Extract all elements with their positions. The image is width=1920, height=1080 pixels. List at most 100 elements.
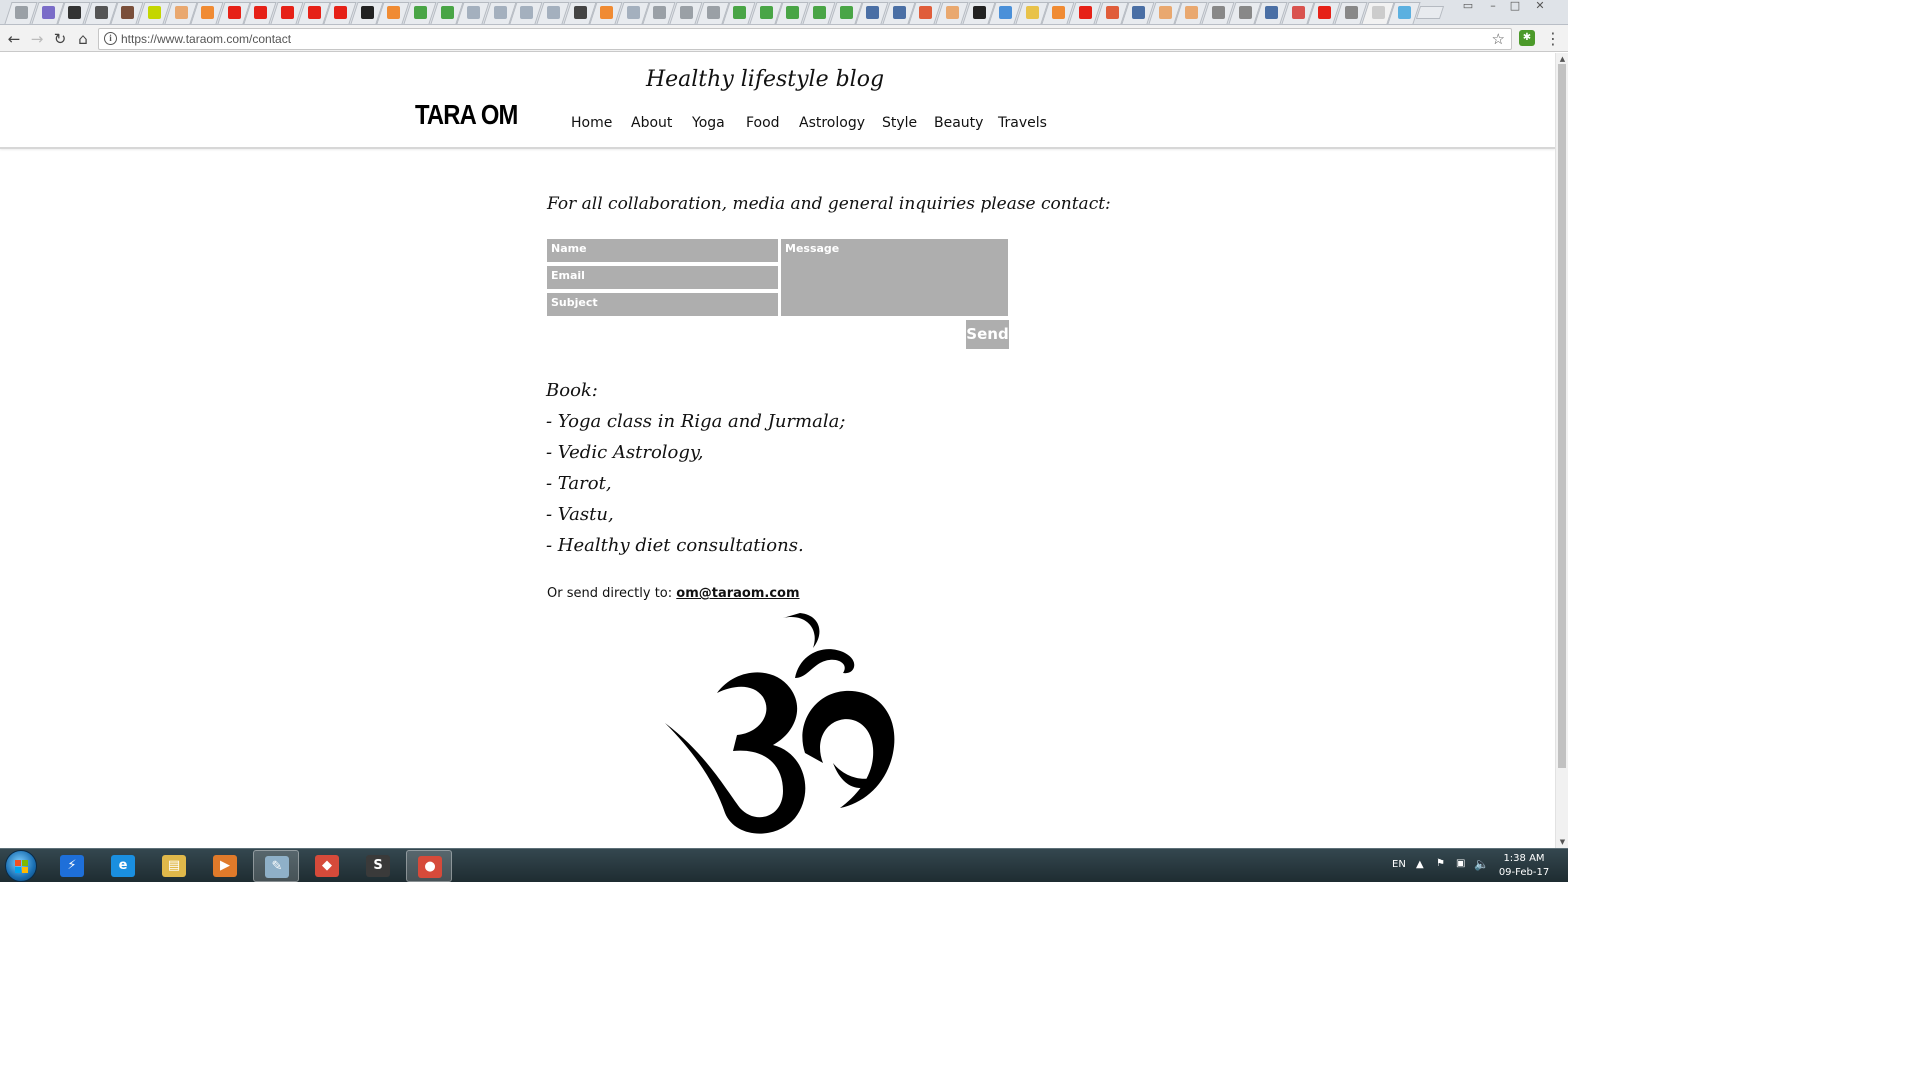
taskbar-button[interactable]: S <box>355 850 401 882</box>
browser-tab[interactable] <box>1148 2 1182 24</box>
browser-tab[interactable] <box>1041 2 1075 24</box>
browser-tab[interactable] <box>57 2 91 24</box>
browser-tab[interactable] <box>376 2 410 24</box>
browser-tab[interactable] <box>1254 2 1288 24</box>
browser-tab[interactable] <box>323 2 357 24</box>
browser-tab[interactable] <box>589 2 623 24</box>
taskbar-button[interactable]: ✎ <box>253 850 299 882</box>
scroll-up-icon[interactable]: ▲ <box>1558 54 1567 64</box>
browser-tab[interactable] <box>483 2 517 24</box>
browser-tab[interactable] <box>456 2 490 24</box>
info-icon[interactable]: i <box>104 32 117 45</box>
browser-tab[interactable] <box>536 2 570 24</box>
nav-item-astrology[interactable]: Astrology <box>799 115 865 131</box>
scrollbar-thumb[interactable] <box>1558 64 1566 768</box>
nav-item-home[interactable]: Home <box>571 115 612 131</box>
browser-tab[interactable] <box>1121 2 1155 24</box>
nav-item-style[interactable]: Style <box>882 115 917 131</box>
maximize-icon[interactable]: □ <box>1505 0 1525 14</box>
browser-tab[interactable] <box>988 2 1022 24</box>
browser-tab[interactable] <box>430 2 464 24</box>
browser-tab[interactable] <box>722 2 756 24</box>
network-icon[interactable]: ▣ <box>1456 858 1465 869</box>
browser-tab[interactable] <box>190 2 224 24</box>
browser-tab[interactable] <box>1015 2 1049 24</box>
browser-tab[interactable] <box>4 2 38 24</box>
browser-tab[interactable] <box>110 2 144 24</box>
browser-tab[interactable] <box>616 2 650 24</box>
message-field[interactable]: Message <box>781 239 1008 316</box>
browser-tab[interactable] <box>935 2 969 24</box>
home-icon[interactable]: ⌂ <box>73 29 93 49</box>
browser-tab[interactable] <box>270 2 304 24</box>
nav-item-travels[interactable]: Travels <box>998 115 1047 131</box>
email-field[interactable]: Email <box>547 266 778 289</box>
show-hidden-icons-icon[interactable]: ▲ <box>1416 859 1424 870</box>
minimize-icon[interactable]: – <box>1483 0 1503 14</box>
browser-tab[interactable] <box>1174 2 1208 24</box>
browser-tab[interactable] <box>696 2 730 24</box>
browser-tab[interactable] <box>243 2 277 24</box>
subject-field[interactable]: Subject <box>547 293 778 316</box>
browser-tab[interactable] <box>31 2 65 24</box>
browser-tab[interactable] <box>350 2 384 24</box>
browser-tab[interactable] <box>84 2 118 24</box>
language-indicator[interactable]: EN <box>1392 859 1406 870</box>
nav-item-food[interactable]: Food <box>746 115 780 131</box>
action-center-flag-icon[interactable]: ⚑ <box>1436 858 1445 869</box>
taskbar-clock[interactable]: 1:38 AM 09-Feb-17 <box>1494 852 1554 880</box>
volume-icon[interactable]: 🔈 <box>1474 857 1489 871</box>
url-text[interactable]: https://www.taraom.com/contact <box>121 29 291 49</box>
browser-tab[interactable] <box>962 2 996 24</box>
browser-menu-icon[interactable]: ⋮ <box>1545 29 1561 49</box>
send-button[interactable]: Send <box>966 320 1009 349</box>
browser-tab[interactable] <box>297 2 331 24</box>
user-icon[interactable]: ▭ <box>1458 0 1478 14</box>
browser-tab[interactable] <box>908 2 942 24</box>
browser-tab[interactable] <box>1201 2 1235 24</box>
bookmark-star-icon[interactable]: ☆ <box>1492 29 1505 49</box>
back-icon[interactable]: ← <box>4 29 24 49</box>
browser-tab[interactable] <box>749 2 783 24</box>
taskbar-button[interactable]: ⚡ <box>49 850 95 882</box>
browser-tab[interactable] <box>642 2 676 24</box>
taskbar-button[interactable]: ▤ <box>151 850 197 882</box>
close-window-icon[interactable]: ✕ <box>1530 0 1550 14</box>
nav-item-yoga[interactable]: Yoga <box>692 115 725 131</box>
browser-tab[interactable] <box>1387 2 1421 24</box>
browser-tab[interactable] <box>1281 2 1315 24</box>
nav-item-beauty[interactable]: Beauty <box>934 115 983 131</box>
browser-tab[interactable] <box>1334 2 1368 24</box>
extension-icon[interactable]: ✱ <box>1519 30 1535 46</box>
reload-icon[interactable]: ↻ <box>50 29 70 49</box>
nav-item-about[interactable]: About <box>631 115 672 131</box>
browser-tab[interactable] <box>563 2 597 24</box>
new-tab-button[interactable] <box>1415 6 1445 19</box>
name-field[interactable]: Name <box>547 239 778 262</box>
browser-tab[interactable] <box>1228 2 1262 24</box>
start-button[interactable] <box>5 850 37 882</box>
browser-tab[interactable] <box>403 2 437 24</box>
browser-tab[interactable] <box>802 2 836 24</box>
browser-tab[interactable] <box>1361 2 1395 24</box>
browser-tab[interactable] <box>1095 2 1129 24</box>
browser-tab[interactable] <box>829 2 863 24</box>
browser-tab[interactable] <box>855 2 889 24</box>
page-scrollbar[interactable]: ▲ ▼ <box>1555 53 1568 848</box>
browser-tab[interactable] <box>669 2 703 24</box>
browser-tab[interactable] <box>217 2 251 24</box>
forward-icon[interactable]: → <box>27 29 47 49</box>
site-logo[interactable]: TARA OM <box>415 99 518 131</box>
browser-tab[interactable] <box>775 2 809 24</box>
email-link[interactable]: om@taraom.com <box>676 586 799 601</box>
browser-tab[interactable] <box>1068 2 1102 24</box>
taskbar-button[interactable]: ◆ <box>304 850 350 882</box>
scroll-down-icon[interactable]: ▼ <box>1558 837 1567 847</box>
browser-tab[interactable] <box>882 2 916 24</box>
taskbar-button[interactable]: e <box>100 850 146 882</box>
browser-tab[interactable] <box>164 2 198 24</box>
taskbar-button[interactable]: ▶ <box>202 850 248 882</box>
browser-tab[interactable] <box>1307 2 1341 24</box>
browser-tab[interactable] <box>137 2 171 24</box>
address-bar[interactable]: i https://www.taraom.com/contact ☆ <box>98 28 1512 50</box>
